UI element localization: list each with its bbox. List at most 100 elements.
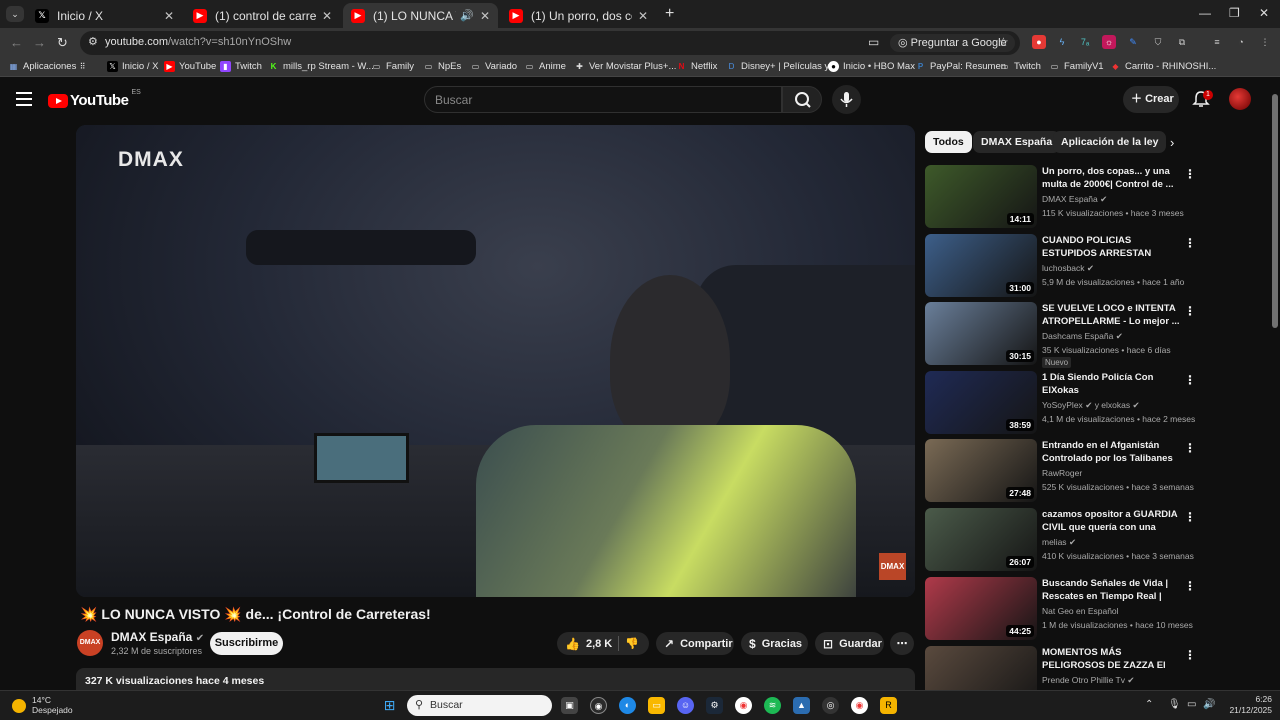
extension-shield-icon[interactable]: ⛉ [1151, 35, 1165, 49]
bookmark-youtube[interactable]: ▶ YouTube [164, 61, 216, 72]
reading-list-icon[interactable]: ≡ [1210, 35, 1224, 49]
close-icon[interactable]: ✕ [480, 9, 490, 23]
speaker-icon[interactable]: 🔊 [460, 9, 474, 22]
recommendation-title[interactable]: SE VUELVE LOCO e INTENTA ATROPELLARME - … [1042, 302, 1182, 328]
weather-widget[interactable]: 14°C Despejado [12, 695, 73, 715]
recommendation-item[interactable]: 38:59 1 Día Siendo Policía Con ElXokas YoS… [925, 371, 1200, 435]
bookmark-grid[interactable]: ⠿ [77, 61, 92, 72]
channel-name[interactable]: DMAX España ✔ [111, 630, 204, 644]
bookmark-anime[interactable]: ▭ Anime [524, 61, 566, 72]
recommendation-thumbnail[interactable]: 27:48 [925, 439, 1037, 502]
discord-icon[interactable]: ☺ [677, 697, 694, 714]
channel-avatar[interactable]: DMAX [77, 630, 103, 656]
bookmark-familyv1[interactable]: ▭ FamilyV1 [1049, 61, 1104, 72]
bookmark-family[interactable]: ▭ Family [371, 61, 414, 72]
recommendation-channel[interactable]: DMAX España ✔ [1042, 194, 1107, 205]
search-button[interactable] [782, 86, 822, 113]
recommendation-item[interactable]: 26:07 cazamos opositor a GUARDIA CIVIL qu… [925, 508, 1200, 572]
create-button[interactable]: ＋ Crear [1123, 86, 1179, 113]
recommendation-thumbnail[interactable]: 31:00 [925, 234, 1037, 297]
bookmark-aplicaciones[interactable]: ▦ Aplicaciones [8, 61, 77, 72]
recommendation-title[interactable]: MOMENTOS MÁS PELIGROSOS DE ZAZZA El ITAL… [1042, 646, 1182, 673]
close-icon[interactable]: ✕ [638, 9, 648, 23]
search-input[interactable]: Buscar [424, 86, 782, 113]
recommendation-thumbnail[interactable]: 14:11 [925, 165, 1037, 228]
more-vert-icon[interactable]: ⋮ [1184, 579, 1196, 593]
bookmark-rhino[interactable]: ◆ Carrito - RHINOSHI... [1110, 61, 1216, 72]
app-circle-icon[interactable]: ◉ [590, 697, 607, 714]
bookmark-mills[interactable]: Kmills_rp Stream - W... [268, 61, 374, 72]
restore-icon[interactable]: ❐ [1229, 6, 1240, 20]
ask-google-button[interactable]: ◎ Preguntar a Google [890, 34, 1015, 52]
tab-lo-nunca-visto[interactable]: ▶ (1) LO NUNCA VISTO 🔊 ✕ [343, 3, 498, 28]
chrome-icon[interactable]: ◉ [735, 697, 752, 714]
chip-dmax-espana[interactable]: DMAX España [973, 131, 1061, 153]
extension-red-icon[interactable]: ● [1032, 35, 1046, 49]
more-vert-icon[interactable]: ⋮ [1184, 648, 1196, 662]
tab-control-carreteras[interactable]: ▶ (1) control de carreteras 09 | ✕ [185, 3, 340, 28]
recommendation-channel[interactable]: Dashcams España ✔ [1042, 331, 1123, 342]
tray-mic-icon[interactable]: 🎙 [1168, 699, 1181, 710]
thanks-button[interactable]: $ Gracias [741, 632, 808, 655]
dislike-button[interactable]: 👎 [625, 637, 639, 650]
clock[interactable]: 6:26 21/12/2025 [1222, 694, 1272, 716]
back-icon[interactable]: ← [10, 35, 23, 50]
photos-icon[interactable]: ▲ [793, 697, 810, 714]
more-actions-button[interactable]: ⋯ [890, 632, 914, 655]
bookmark-netflix[interactable]: N Netflix [676, 61, 718, 72]
taskbar-search[interactable]: ⚲ Buscar [407, 695, 552, 716]
app-yellow-icon[interactable]: R [880, 697, 897, 714]
bookmark-twitch[interactable]: ▮ Twitch [220, 61, 262, 72]
site-info-icon[interactable]: ⚙ [88, 35, 98, 48]
bookmark-variado[interactable]: ▭ Variado [470, 61, 517, 72]
extensions-puzzle-icon[interactable]: ⧉ [1175, 35, 1189, 49]
more-vert-icon[interactable]: ⋮ [1184, 373, 1196, 387]
cast-icon[interactable]: ▭ [868, 35, 879, 49]
forward-icon[interactable]: → [33, 35, 46, 50]
recommendation-title[interactable]: Buscando Señales de Vida | Rescates en T… [1042, 577, 1182, 604]
recommendation-channel[interactable]: Prende Otro Phillie Tv ✔ [1042, 675, 1135, 686]
bookmark-twitch-folder[interactable]: ▭ Twitch [999, 61, 1041, 72]
address-bar[interactable]: ⚙ youtube.com/watch?v=sh10nYnOShw ▭ ◎ Pr… [80, 31, 1020, 55]
share-button[interactable]: ↗ Compartir [656, 632, 734, 655]
extension-bolt-icon[interactable]: ϟ [1055, 35, 1069, 49]
chrome-active-icon[interactable]: ◉ [851, 697, 868, 714]
recommendation-channel[interactable]: luchosback ✔ [1042, 263, 1094, 274]
window-close-icon[interactable]: ✕ [1259, 6, 1269, 20]
more-vert-icon[interactable]: ⋮ [1184, 167, 1196, 181]
extension-translate-icon[interactable]: 7ₐ [1078, 35, 1092, 49]
account-avatar[interactable] [1229, 88, 1251, 110]
bookmark-inicio-x[interactable]: 𝕏 Inicio / X [107, 61, 158, 72]
recommendation-title[interactable]: Entrando en el Afganistán Controlado por… [1042, 439, 1182, 465]
obs-icon[interactable]: ◎ [822, 697, 839, 714]
bookmark-paypal[interactable]: P PayPal: Resumen [915, 61, 1006, 72]
new-tab-button[interactable]: + [665, 5, 674, 23]
tab-inicio-x[interactable]: 𝕏 Inicio / X ✕ [27, 3, 182, 28]
steam-icon[interactable]: ⚙ [706, 697, 723, 714]
recommendation-title[interactable]: Un porro, dos copas... y una multa de 20… [1042, 165, 1182, 191]
more-vert-icon[interactable]: ⋮ [1184, 236, 1196, 250]
bookmark-disney[interactable]: D Disney+ | Películas y... [726, 61, 837, 72]
recommendation-channel[interactable]: Nat Geo en Español [1042, 606, 1119, 616]
file-explorer-icon[interactable]: ▭ [648, 697, 665, 714]
chip-todos[interactable]: Todos [925, 131, 972, 153]
bookmark-npes[interactable]: ▭ NpEs [423, 61, 462, 72]
tray-network-icon[interactable]: ▭ [1187, 699, 1196, 710]
menu-kebab-icon[interactable]: ⋮ [1258, 35, 1272, 49]
minimize-icon[interactable]: — [1199, 6, 1211, 20]
recommendation-channel[interactable]: melias ✔ [1042, 537, 1076, 548]
reload-icon[interactable]: ↻ [57, 35, 68, 51]
close-icon[interactable]: ✕ [322, 9, 332, 23]
tab-un-porro[interactable]: ▶ (1) Un porro, dos copas... y una ✕ [501, 3, 656, 28]
tray-volume-icon[interactable]: 🔊 [1203, 699, 1215, 710]
extension-pink-icon[interactable]: ☼ [1102, 35, 1116, 49]
profile-icon[interactable]: ◔ [1234, 35, 1248, 49]
recommendation-item[interactable]: 27:48 Entrando en el Afganistán Controlad… [925, 439, 1200, 503]
more-vert-icon[interactable]: ⋮ [1184, 304, 1196, 318]
recommendation-item[interactable]: 14:11 Un porro, dos copas... y una multa … [925, 165, 1200, 229]
hamburger-menu-icon[interactable] [16, 92, 32, 110]
video-player[interactable]: DMAX DMAX [76, 125, 915, 597]
recommendation-item[interactable]: 31:00 CUANDO POLICIAS ESTUPIDOS ARRESTAN … [925, 234, 1200, 298]
recommendation-thumbnail[interactable]: 44:25 [925, 577, 1037, 640]
recommendation-title[interactable]: 1 Día Siendo Policía Con ElXokas [1042, 371, 1182, 397]
